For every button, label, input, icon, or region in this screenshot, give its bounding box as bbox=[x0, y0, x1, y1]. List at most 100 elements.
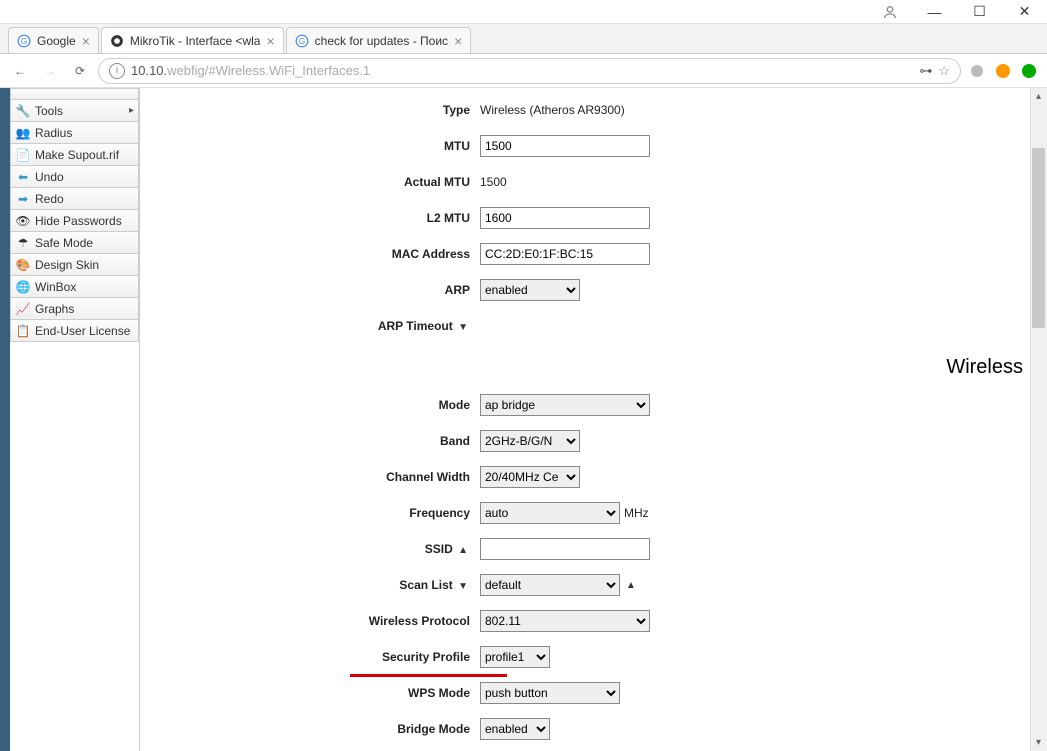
sidebar-item-tools[interactable]: 🔧 Tools ▸ bbox=[10, 100, 139, 122]
tab-label: MikroTik - Interface <wla bbox=[130, 34, 261, 48]
sidebar-item-undo[interactable]: ⬅ Undo bbox=[10, 166, 139, 188]
tab-close-icon[interactable]: × bbox=[266, 33, 274, 49]
select-dropdown[interactable]: push button bbox=[480, 682, 620, 704]
user-account-icon[interactable] bbox=[867, 4, 912, 20]
sidebar-item-winbox[interactable]: 🌐 WinBox bbox=[10, 276, 139, 298]
webfig-sidebar: 🔧 Tools ▸ 👥 Radius 📄 Make Supout.rif ⬅ U… bbox=[10, 88, 140, 751]
field-value bbox=[480, 135, 650, 157]
section-title-wireless: Wireless bbox=[140, 348, 1047, 383]
tab-close-icon[interactable]: × bbox=[454, 33, 462, 49]
browser-tab[interactable]: MikroTik - Interface <wla × bbox=[101, 27, 284, 53]
field-value: push button bbox=[480, 682, 620, 704]
field-value: ap bridge bbox=[480, 394, 650, 416]
sidebar-item-safe-mode[interactable]: ☂ Safe Mode bbox=[10, 232, 139, 254]
form-row: ARPenabled bbox=[140, 272, 1027, 308]
form-row: Scan List ▼default ▲ bbox=[140, 567, 1027, 603]
window-minimize-button[interactable]: — bbox=[912, 0, 957, 24]
field-label: L2 MTU bbox=[140, 211, 480, 225]
text-input[interactable] bbox=[480, 243, 650, 265]
field-value bbox=[480, 207, 650, 229]
collapse-up-icon[interactable]: ▲ bbox=[624, 580, 638, 591]
select-dropdown[interactable]: 20/40MHz Ce bbox=[480, 466, 580, 488]
tab-close-icon[interactable]: × bbox=[82, 33, 90, 49]
nav-reload-button[interactable]: ⟳ bbox=[68, 59, 92, 83]
field-label: Channel Width bbox=[140, 470, 480, 484]
extension-green-icon[interactable] bbox=[1019, 64, 1039, 78]
form-row: MTU bbox=[140, 128, 1027, 164]
browser-tabstrip: G Google × MikroTik - Interface <wla × G… bbox=[0, 24, 1047, 54]
scroll-thumb[interactable] bbox=[1032, 148, 1045, 328]
field-label: Mode bbox=[140, 398, 480, 412]
scroll-up-icon[interactable]: ▴ bbox=[1030, 88, 1047, 105]
text-input[interactable] bbox=[480, 207, 650, 229]
text-input[interactable] bbox=[480, 135, 650, 157]
omnibox[interactable]: i 10.10.webfig/#Wireless.WiFi_Interfaces… bbox=[98, 58, 961, 84]
expand-down-icon[interactable]: ▼ bbox=[456, 322, 470, 333]
form-row: MAC Address bbox=[140, 236, 1027, 272]
field-label: Wireless Protocol bbox=[140, 614, 480, 628]
field-label: Scan List ▼ bbox=[140, 578, 480, 592]
window-maximize-button[interactable]: ☐ bbox=[957, 0, 1002, 24]
select-dropdown[interactable]: enabled bbox=[480, 718, 550, 740]
sidebar-item-hide-passwords[interactable]: 👁 Hide Passwords bbox=[10, 210, 139, 232]
select-dropdown[interactable]: default bbox=[480, 574, 620, 596]
sidebar-item-supout[interactable]: 📄 Make Supout.rif bbox=[10, 144, 139, 166]
graph-icon: 📈 bbox=[15, 301, 31, 317]
sidebar-item-radius[interactable]: 👥 Radius bbox=[10, 122, 139, 144]
sidebar-item-graphs[interactable]: 📈 Graphs bbox=[10, 298, 139, 320]
browser-addressbar: ← → ⟳ i 10.10.webfig/#Wireless.WiFi_Inte… bbox=[0, 54, 1047, 88]
sidebar-item-label: Radius bbox=[35, 126, 72, 140]
field-value: profile1 bbox=[480, 646, 550, 668]
select-dropdown[interactable]: 802.11 bbox=[480, 610, 650, 632]
sidebar-item-label: WinBox bbox=[35, 280, 76, 294]
sidebar-item-label: Hide Passwords bbox=[35, 214, 122, 228]
form-row: FrequencyautoMHz bbox=[140, 495, 1027, 531]
webfig-content: TypeWireless (Atheros AR9300)MTUActual M… bbox=[140, 88, 1047, 751]
browser-tab[interactable]: G Google × bbox=[8, 27, 99, 53]
sidebar-item-label: End-User License bbox=[35, 324, 130, 338]
field-label: Type bbox=[140, 103, 480, 117]
wrench-icon: 🔧 bbox=[15, 103, 31, 119]
site-info-icon[interactable]: i bbox=[109, 63, 125, 79]
nav-back-button[interactable]: ← bbox=[8, 59, 32, 83]
expand-down-icon[interactable]: ▼ bbox=[456, 581, 470, 592]
field-value: enabled bbox=[480, 279, 580, 301]
field-value: 20/40MHz Ce bbox=[480, 466, 580, 488]
undo-icon: ⬅ bbox=[15, 169, 31, 185]
sidebar-item-label: Graphs bbox=[35, 302, 74, 316]
extension-orange-icon[interactable] bbox=[993, 64, 1013, 78]
collapse-up-icon[interactable]: ▲ bbox=[456, 545, 470, 556]
select-dropdown[interactable]: 2GHz-B/G/N bbox=[480, 430, 580, 452]
select-dropdown[interactable]: profile1 bbox=[480, 646, 550, 668]
sidebar-item-truncated[interactable] bbox=[10, 88, 139, 100]
key-icon[interactable]: ⊶ bbox=[919, 63, 932, 79]
form-row: Wireless Protocol802.11 bbox=[140, 603, 1027, 639]
tab-label: Google bbox=[37, 34, 76, 48]
select-dropdown[interactable]: enabled bbox=[480, 279, 580, 301]
text-input[interactable] bbox=[480, 538, 650, 560]
nav-forward-button[interactable]: → bbox=[38, 59, 62, 83]
sidebar-item-redo[interactable]: ➡ Redo bbox=[10, 188, 139, 210]
url-text: 10.10.webfig/#Wireless.WiFi_Interfaces.1 bbox=[131, 63, 913, 78]
window-close-button[interactable]: ✕ bbox=[1002, 0, 1047, 24]
sidebar-item-design-skin[interactable]: 🎨 Design Skin bbox=[10, 254, 139, 276]
content-scrollbar[interactable]: ▴ ▾ bbox=[1030, 88, 1047, 751]
form-row: Channel Width20/40MHz Ce bbox=[140, 459, 1027, 495]
scroll-down-icon[interactable]: ▾ bbox=[1030, 734, 1047, 751]
form-row: Band2GHz-B/G/N bbox=[140, 423, 1027, 459]
sidebar-item-license[interactable]: 📋 End-User License bbox=[10, 320, 139, 342]
field-label: Band bbox=[140, 434, 480, 448]
extension-icon[interactable] bbox=[967, 63, 987, 79]
field-label: ARP bbox=[140, 283, 480, 297]
field-label: Frequency bbox=[140, 506, 480, 520]
select-dropdown[interactable]: ap bridge bbox=[480, 394, 650, 416]
svg-text:G: G bbox=[21, 36, 27, 45]
field-value bbox=[480, 538, 650, 560]
window-left-gutter bbox=[0, 88, 10, 751]
sidebar-item-label: Design Skin bbox=[35, 258, 99, 272]
browser-tab[interactable]: G check for updates - Поис × bbox=[286, 27, 472, 53]
expand-icon: ▸ bbox=[129, 105, 134, 116]
google-favicon: G bbox=[17, 34, 31, 48]
star-icon[interactable]: ☆ bbox=[938, 63, 950, 79]
select-dropdown[interactable]: auto bbox=[480, 502, 620, 524]
